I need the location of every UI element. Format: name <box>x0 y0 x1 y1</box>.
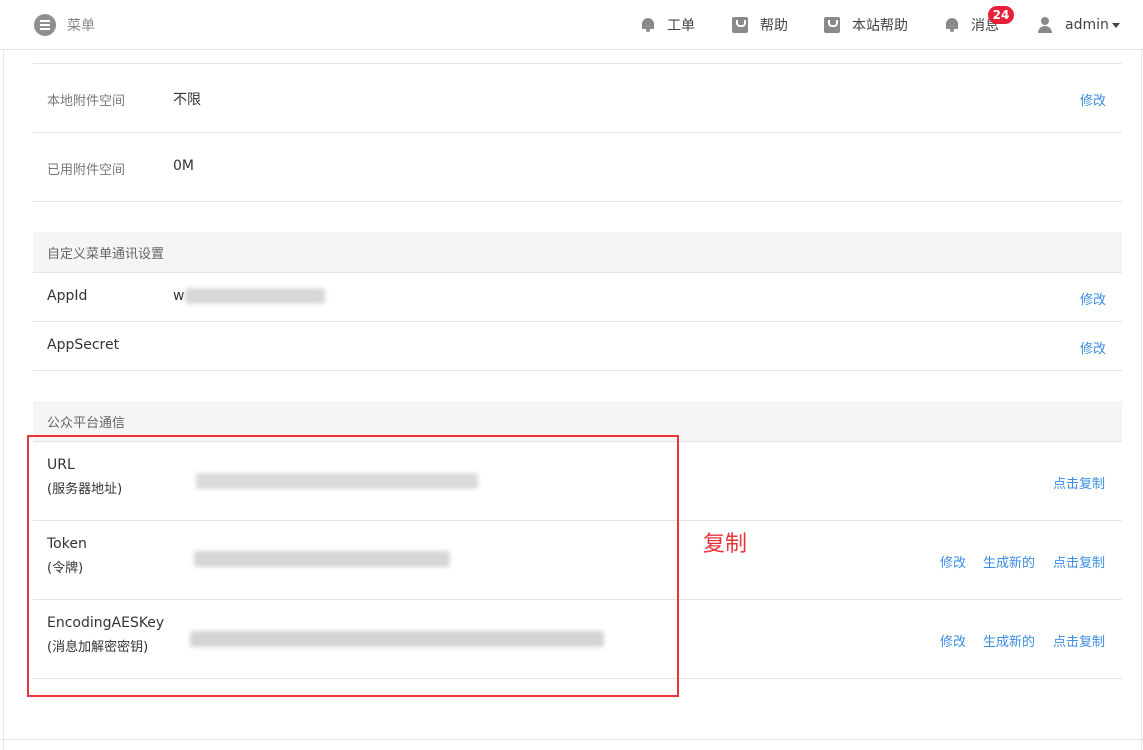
menu-button[interactable]: 菜单 <box>34 13 95 37</box>
page-right-border <box>1141 0 1142 750</box>
generate-aeskey-link[interactable]: 生成新的 <box>983 631 1035 650</box>
bag-icon <box>732 17 748 33</box>
edit-aeskey-link[interactable]: 修改 <box>940 631 966 650</box>
annotation-highlight-box <box>27 435 679 697</box>
copy-url-link[interactable]: 点击复制 <box>1053 473 1105 492</box>
bell-icon <box>945 17 959 33</box>
section-custom-menu: 自定义菜单通讯设置 <box>33 232 1122 273</box>
edit-appid-link[interactable]: 修改 <box>1080 289 1106 308</box>
edit-local-storage-link[interactable]: 修改 <box>1080 90 1106 109</box>
appid-label: AppId <box>47 288 88 304</box>
bag-icon <box>824 17 840 33</box>
edit-appsecret-link[interactable]: 修改 <box>1080 338 1106 357</box>
user-icon <box>1037 17 1053 33</box>
top-bar: 菜单 工单 帮助 本站帮助 消息 24 admin <box>0 0 1143 50</box>
generate-token-link[interactable]: 生成新的 <box>983 552 1035 571</box>
appid-redacted <box>185 288 325 304</box>
copy-token-link[interactable]: 点击复制 <box>1053 552 1105 571</box>
bell-icon <box>641 17 655 33</box>
edit-token-link[interactable]: 修改 <box>940 552 966 571</box>
row-used-storage: 已用附件空间 0M <box>33 133 1122 202</box>
local-storage-value: 不限 <box>173 92 201 108</box>
appsecret-label: AppSecret <box>47 337 120 353</box>
menu-label: 菜单 <box>67 18 95 34</box>
chevron-down-icon <box>1111 22 1120 28</box>
page-left-border <box>3 0 4 750</box>
section-platform-title: 公众平台通信 <box>47 416 126 431</box>
row-local-storage: 本地附件空间 不限 修改 <box>33 64 1122 133</box>
nav-site-help[interactable]: 本站帮助 <box>824 13 908 37</box>
section-custom-menu-title: 自定义菜单通讯设置 <box>47 247 165 262</box>
nav-site-help-label: 本站帮助 <box>852 18 908 34</box>
user-menu[interactable]: admin <box>1037 13 1120 37</box>
bottom-divider <box>0 739 1143 740</box>
used-storage-label: 已用附件空间 <box>47 163 126 178</box>
appid-value: w <box>173 288 185 304</box>
nav-ticket[interactable]: 工单 <box>641 13 695 37</box>
nav-help[interactable]: 帮助 <box>732 13 788 37</box>
used-storage-value: 0M <box>173 158 194 174</box>
message-count-badge: 24 <box>988 6 1014 24</box>
row-appid: AppId w 修改 <box>33 273 1122 322</box>
row-partial <box>33 50 1122 64</box>
nav-help-label: 帮助 <box>760 18 788 34</box>
annotation-copy-note: 复制 <box>703 532 748 557</box>
local-storage-label: 本地附件空间 <box>47 94 126 109</box>
copy-aeskey-link[interactable]: 点击复制 <box>1053 631 1105 650</box>
nav-ticket-label: 工单 <box>667 18 695 34</box>
row-appsecret: AppSecret 修改 <box>33 322 1122 371</box>
menu-icon <box>34 14 56 36</box>
user-name: admin <box>1065 17 1109 33</box>
